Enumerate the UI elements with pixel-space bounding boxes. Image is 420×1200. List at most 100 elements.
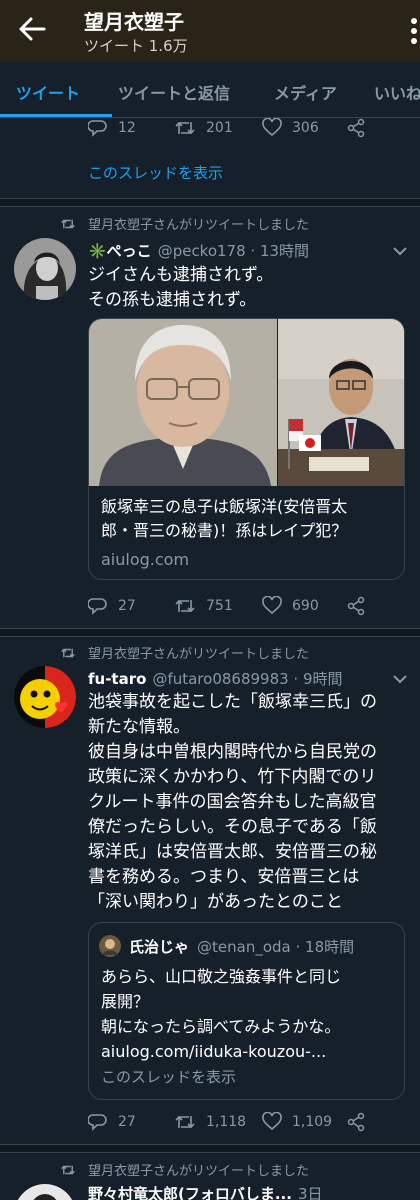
like-button[interactable]: 1,109 — [262, 1112, 332, 1132]
reply-button[interactable]: 12 — [88, 118, 136, 138]
retweet-icon — [175, 1115, 195, 1129]
tab-likes[interactable]: いいね — [374, 80, 420, 104]
avatar[interactable] — [14, 666, 76, 728]
quoted-text-line: 朝になったら調べてみようかな。 — [101, 1017, 341, 1036]
tweet-text-line: 政策に深くかかわり、竹下内閣でのリ — [88, 767, 377, 787]
avatar — [99, 935, 121, 957]
back-arrow-icon — [19, 17, 46, 41]
tweet-text-line: ジイさんも逮捕されず。 — [88, 265, 274, 285]
card-title: 飯塚幸三の息子は飯塚洋(安倍晋太 郎・晋三の秘書)！孫はレイプ犯？ — [101, 495, 401, 543]
more-vertical-icon — [411, 18, 417, 44]
tweet-separator — [0, 1144, 420, 1153]
avatar[interactable] — [14, 238, 76, 300]
caret-down-icon — [393, 247, 407, 256]
tweet-text: ジイさんも逮捕されず。 その孫も逮捕されず。 — [88, 263, 413, 313]
retweet-button[interactable]: 751 — [174, 596, 233, 616]
quoted-text-line: あらら、山口敬之強姦事件と同じ — [101, 967, 342, 986]
card-title-line: 飯塚幸三の息子は飯塚洋(安倍晋太 — [101, 497, 348, 516]
tab-media[interactable]: メディア — [274, 80, 337, 104]
profile-header: 望月衣塑子 ツイート 1.6万 — [0, 0, 420, 62]
reply-count: 12 — [118, 120, 136, 136]
retweet-button[interactable]: 1,118 — [174, 1112, 246, 1132]
reply-count: 27 — [118, 1114, 136, 1130]
retweet-notice-text: 望月衣塑子さんがリツイートしました — [88, 218, 310, 233]
tweet-author[interactable]: 野々村竜太郎(フォロバしま... 3日 — [88, 1183, 323, 1200]
show-thread-link[interactable]: このスレッドを表示 — [101, 1066, 236, 1087]
tweet-text-line: 僚だったらしい。その息子である「飯 — [88, 817, 377, 837]
tweet-text-line: 新たな情報。 — [88, 717, 190, 737]
reply-icon — [88, 120, 107, 137]
like-icon — [262, 118, 282, 137]
tweet-separator — [0, 628, 420, 637]
retweet-notice-text: 望月衣塑子さんがリツイートしました — [88, 647, 310, 662]
profile-name: 望月衣塑子 — [84, 10, 184, 34]
quoted-tweet[interactable]: 氏治じゃ @tenan_oda · 18時間 あらら、山口敬之強姦事件と同じ 展… — [88, 922, 405, 1100]
reply-button[interactable]: 27 — [88, 1112, 136, 1132]
quoted-link[interactable]: aiulog.com/iiduka-kouzou-... — [101, 1039, 341, 1064]
tweet-author[interactable]: ✳️ぺっこ @pecko178 · 13時間 — [88, 240, 309, 261]
retweet-notice: 望月衣塑子さんがリツイートしました — [60, 214, 309, 233]
retweet-icon — [175, 599, 195, 613]
tweet-text: 池袋事故を起こした「飯塚幸三氏」の 新たな情報。 彼自身は中曽根内閣時代から自民… — [88, 690, 413, 915]
tweet-separator — [0, 198, 420, 207]
share-icon — [347, 1112, 365, 1132]
back-button[interactable] — [14, 14, 50, 44]
more-options-button[interactable] — [408, 14, 420, 48]
quoted-author-name[interactable]: 氏治じゃ — [129, 936, 189, 957]
reply-icon — [88, 1114, 107, 1131]
reply-icon — [88, 598, 107, 615]
tweet-text-line: 書を務める。つまり、安倍晋三とは — [88, 867, 360, 887]
tweet-text-line: 「深い関わり」があったとのこと — [88, 892, 343, 912]
tweet-text-line: 塚洋氏」は安倍晋太郎、安倍晋三の秘 — [88, 842, 377, 862]
author-handle-time: 3日 — [297, 1185, 323, 1200]
like-icon — [262, 596, 282, 615]
author-name[interactable]: 野々村竜太郎(フォロバしま... — [88, 1183, 292, 1200]
reply-count: 27 — [118, 598, 136, 614]
retweet-button[interactable]: 201 — [174, 118, 233, 138]
tweet-menu-button[interactable] — [392, 670, 408, 689]
share-icon — [347, 118, 365, 138]
share-button[interactable] — [346, 118, 376, 138]
like-button[interactable]: 306 — [262, 118, 319, 138]
like-count: 306 — [292, 120, 319, 136]
link-card[interactable]: 飯塚幸三の息子は飯塚洋(安倍晋太 郎・晋三の秘書)！孫はレイプ犯？ aiulog… — [88, 318, 405, 580]
tab-tweets-and-replies[interactable]: ツイートと返信 — [118, 80, 230, 104]
tweet-text-line: クルート事件の国会答弁もした高級官 — [88, 792, 377, 812]
share-button[interactable] — [346, 596, 376, 616]
author-name[interactable]: ✳️ぺっこ — [88, 240, 152, 261]
like-icon — [262, 1112, 282, 1131]
retweet-count: 1,118 — [206, 1114, 247, 1130]
tweet-count: ツイート 1.6万 — [84, 37, 188, 55]
retweet-icon — [61, 648, 75, 657]
card-title-line: 郎・晋三の秘書)！孫はレイプ犯？ — [101, 521, 348, 540]
author-name[interactable]: fu-taro — [88, 670, 146, 688]
author-handle-time: @futaro08689983 · 9時間 — [152, 670, 343, 688]
retweet-count: 751 — [206, 598, 233, 614]
retweet-notice: 望月衣塑子さんがリツイートしました — [60, 643, 309, 662]
tweet-author[interactable]: fu-taro @futaro08689983 · 9時間 — [88, 668, 343, 689]
retweet-icon — [175, 121, 195, 135]
like-button[interactable]: 690 — [262, 596, 319, 616]
tweet-text-line: 彼自身は中曽根内閣時代から自民党の — [88, 742, 377, 762]
quoted-text: あらら、山口敬之強姦事件と同じ 展開？ 朝になったら調べてみようかな。 aiul… — [101, 964, 341, 1064]
share-button[interactable] — [346, 1112, 376, 1132]
quoted-author-handle-time: @tenan_oda · 18時間 — [197, 937, 355, 956]
tweet-text-line: 池袋事故を起こした「飯塚幸三氏」の — [88, 692, 377, 712]
profile-tabs: ツイート ツイートと返信 メディア いいね — [0, 62, 420, 118]
retweet-notice: 望月衣塑子さんがリツイートしました — [60, 1160, 309, 1179]
like-count: 690 — [292, 598, 319, 614]
retweet-notice-text: 望月衣塑子さんがリツイートしました — [88, 1164, 310, 1179]
retweet-icon — [61, 1165, 75, 1174]
show-thread-link[interactable]: このスレッドを表示 — [88, 162, 223, 183]
tab-tweets[interactable]: ツイート — [16, 80, 80, 104]
reply-button[interactable]: 27 — [88, 596, 136, 616]
avatar[interactable] — [14, 1184, 76, 1200]
retweet-icon — [61, 219, 75, 228]
quoted-text-line: 展開？ — [101, 992, 150, 1011]
like-count: 1,109 — [292, 1114, 333, 1130]
author-handle-time: @pecko178 · 13時間 — [157, 242, 310, 260]
card-image — [89, 319, 404, 486]
tweet-menu-button[interactable] — [392, 242, 408, 261]
quoted-author[interactable]: 氏治じゃ @tenan_oda · 18時間 — [99, 935, 354, 957]
card-domain: aiulog.com — [101, 550, 190, 569]
